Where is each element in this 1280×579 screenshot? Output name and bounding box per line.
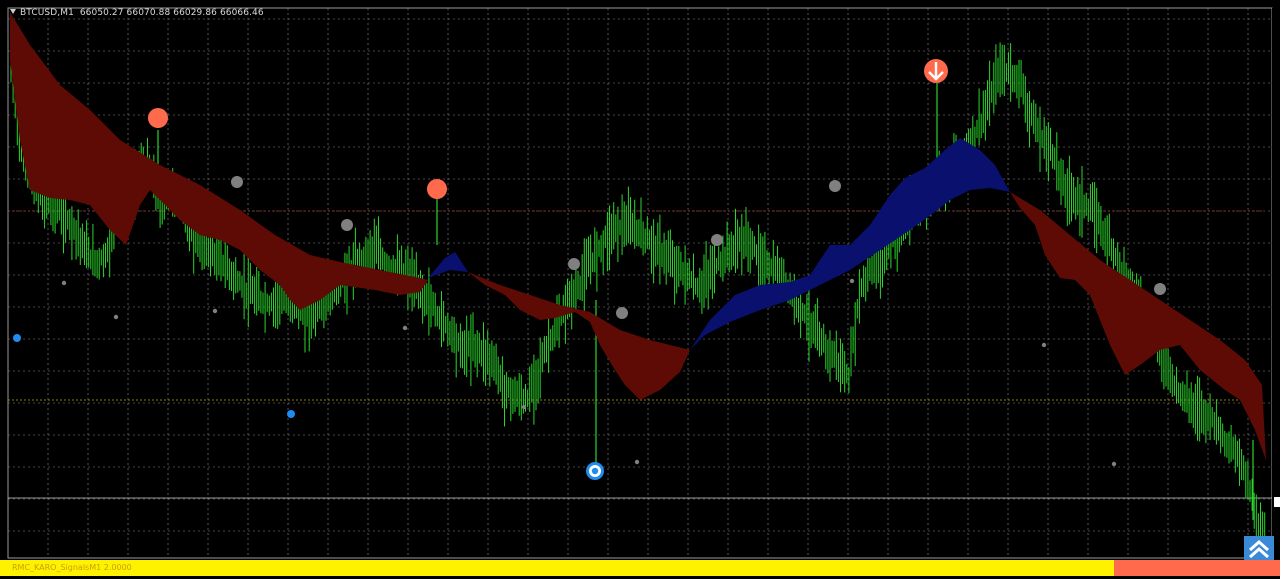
minor-signal-dot [61, 280, 67, 286]
double-up-arrow-icon [1249, 539, 1269, 559]
blue-signal-dot [287, 410, 295, 418]
minor-signal-dot [521, 404, 527, 410]
indicator-signal-bar: RMC_KARO_SignalsM1 2.0000 [0, 560, 1280, 576]
neutral-signal-dot [829, 180, 841, 192]
chart-window[interactable]: BTCUSD,M1 66050.27 66070.88 66029.86 660… [0, 0, 1280, 579]
neutral-signal-dot [568, 258, 580, 270]
neutral-signal-dot [616, 307, 628, 319]
indicator-label: RMC_KARO_SignalsM1 2.0000 [12, 563, 132, 572]
collapse-triangle-icon[interactable] [10, 9, 16, 14]
neutral-signal-dot [341, 219, 353, 231]
chart-header: BTCUSD,M1 66050.27 66070.88 66029.86 660… [10, 8, 264, 18]
price-chart[interactable] [0, 0, 1280, 579]
neutral-signal-dot [231, 176, 243, 188]
minor-signal-dot [402, 325, 408, 331]
sell-signal-dot [427, 179, 447, 199]
ring-signal-core [591, 467, 599, 475]
symbol-label: BTCUSD,M1 [20, 8, 74, 18]
minor-signal-dot [1041, 342, 1047, 348]
minor-signal-dot [212, 308, 218, 314]
blue-signal-dot [13, 334, 21, 342]
minor-signal-dot [634, 459, 640, 465]
sell-signal-dot [148, 108, 168, 128]
neutral-signal-dot [711, 234, 723, 246]
signal-bar-sell-segment [1114, 560, 1280, 576]
minor-signal-dot [113, 314, 119, 320]
neutral-signal-dot [1154, 283, 1166, 295]
ohlc-values: 66050.27 66070.88 66029.86 66066.46 [79, 8, 264, 18]
right-price-scale [1272, 8, 1280, 558]
buy-arrow-button[interactable] [1244, 536, 1274, 560]
current-price-tag [1274, 497, 1280, 507]
minor-signal-dot [849, 278, 855, 284]
minor-signal-dot [1111, 461, 1117, 467]
